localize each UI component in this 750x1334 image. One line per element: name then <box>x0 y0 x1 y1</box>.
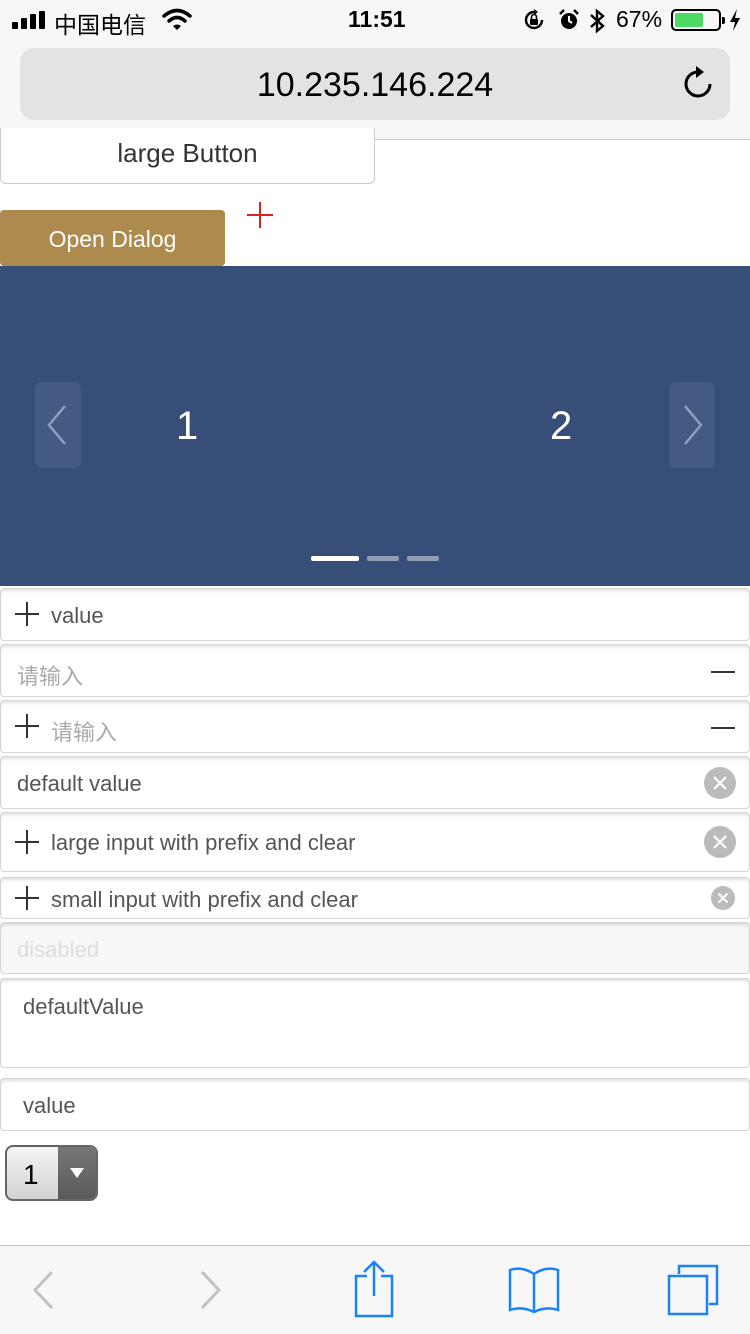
plus-icon <box>15 830 39 854</box>
url-text[interactable]: 10.235.146.224 <box>20 66 730 105</box>
chevron-right-icon <box>684 405 703 445</box>
input-value[interactable]: value <box>23 1093 76 1119</box>
tabs-icon[interactable] <box>667 1264 719 1316</box>
input-value[interactable]: small input with prefix and clear <box>51 887 358 913</box>
share-icon[interactable] <box>352 1260 396 1318</box>
plus-icon[interactable] <box>246 200 274 230</box>
carousel[interactable]: 1 2 <box>0 266 750 586</box>
carousel-dot[interactable] <box>407 556 439 561</box>
reload-icon[interactable] <box>682 64 716 102</box>
battery-percent: 67% <box>616 6 663 32</box>
carousel-slide-1: 1 <box>176 404 199 448</box>
input-with-prefix-suffix[interactable]: 请输入 <box>0 700 750 753</box>
carousel-dots <box>0 556 750 562</box>
carrier-label: 中国电信 <box>54 12 146 38</box>
clear-icon[interactable] <box>704 767 736 799</box>
clear-icon[interactable] <box>711 886 735 910</box>
select-dropdown[interactable]: 1 <box>5 1145 98 1201</box>
carousel-dot[interactable] <box>367 556 399 561</box>
input-with-suffix[interactable]: 请输入 <box>0 644 750 697</box>
input-with-prefix[interactable]: value <box>0 588 750 641</box>
plus-icon <box>15 602 39 626</box>
large-input-with-prefix-clear[interactable]: large input with prefix and clear <box>0 812 750 872</box>
small-input-with-prefix-clear[interactable]: small input with prefix and clear <box>0 877 750 919</box>
triangle-down-icon <box>70 1168 84 1178</box>
back-icon[interactable] <box>30 1270 56 1310</box>
input-placeholder[interactable]: 请输入 <box>17 659 83 691</box>
signal-icon <box>12 11 48 29</box>
browser-address-area: 10.235.146.224 <box>0 40 750 140</box>
forward-icon[interactable] <box>198 1270 224 1310</box>
minus-icon[interactable] <box>711 671 735 673</box>
plus-icon <box>15 714 39 738</box>
alarm-icon <box>559 9 579 29</box>
status-bar: 中国电信 11:51 67% <box>0 0 750 40</box>
select-arrow[interactable] <box>58 1147 96 1199</box>
browser-toolbar <box>0 1245 750 1334</box>
input-placeholder[interactable]: 请输入 <box>51 715 117 747</box>
address-bar[interactable]: 10.235.146.224 <box>20 48 730 120</box>
wifi-icon <box>162 8 192 30</box>
input-with-clear[interactable]: default value <box>0 756 750 809</box>
charging-bolt-icon <box>730 9 740 31</box>
input-value[interactable]: default value <box>17 771 142 797</box>
bluetooth-icon <box>590 8 605 34</box>
carousel-next-button[interactable] <box>669 382 715 468</box>
plain-input[interactable]: value <box>0 1078 750 1131</box>
minus-icon[interactable] <box>711 727 735 729</box>
carousel-prev-button[interactable] <box>35 382 81 468</box>
textarea-value[interactable]: defaultValue <box>23 994 144 1020</box>
clock: 11:51 <box>348 6 406 32</box>
rotation-lock-icon <box>524 9 544 30</box>
carousel-slide-2: 2 <box>550 404 573 448</box>
input-value[interactable]: large input with prefix and clear <box>51 830 356 856</box>
bookmarks-icon[interactable] <box>506 1266 562 1314</box>
battery-icon <box>671 9 725 31</box>
disabled-input: disabled <box>0 922 750 974</box>
large-button[interactable]: large Button <box>0 128 375 184</box>
chevron-left-icon <box>47 405 66 445</box>
input-value[interactable]: value <box>51 603 104 629</box>
input-value: disabled <box>17 937 99 962</box>
plus-icon <box>15 886 39 910</box>
clear-icon[interactable] <box>704 826 736 858</box>
carousel-dot-active[interactable] <box>311 556 359 561</box>
open-dialog-button[interactable]: Open Dialog <box>0 210 225 266</box>
textarea[interactable]: defaultValue <box>0 978 750 1068</box>
select-value[interactable]: 1 <box>23 1159 39 1191</box>
